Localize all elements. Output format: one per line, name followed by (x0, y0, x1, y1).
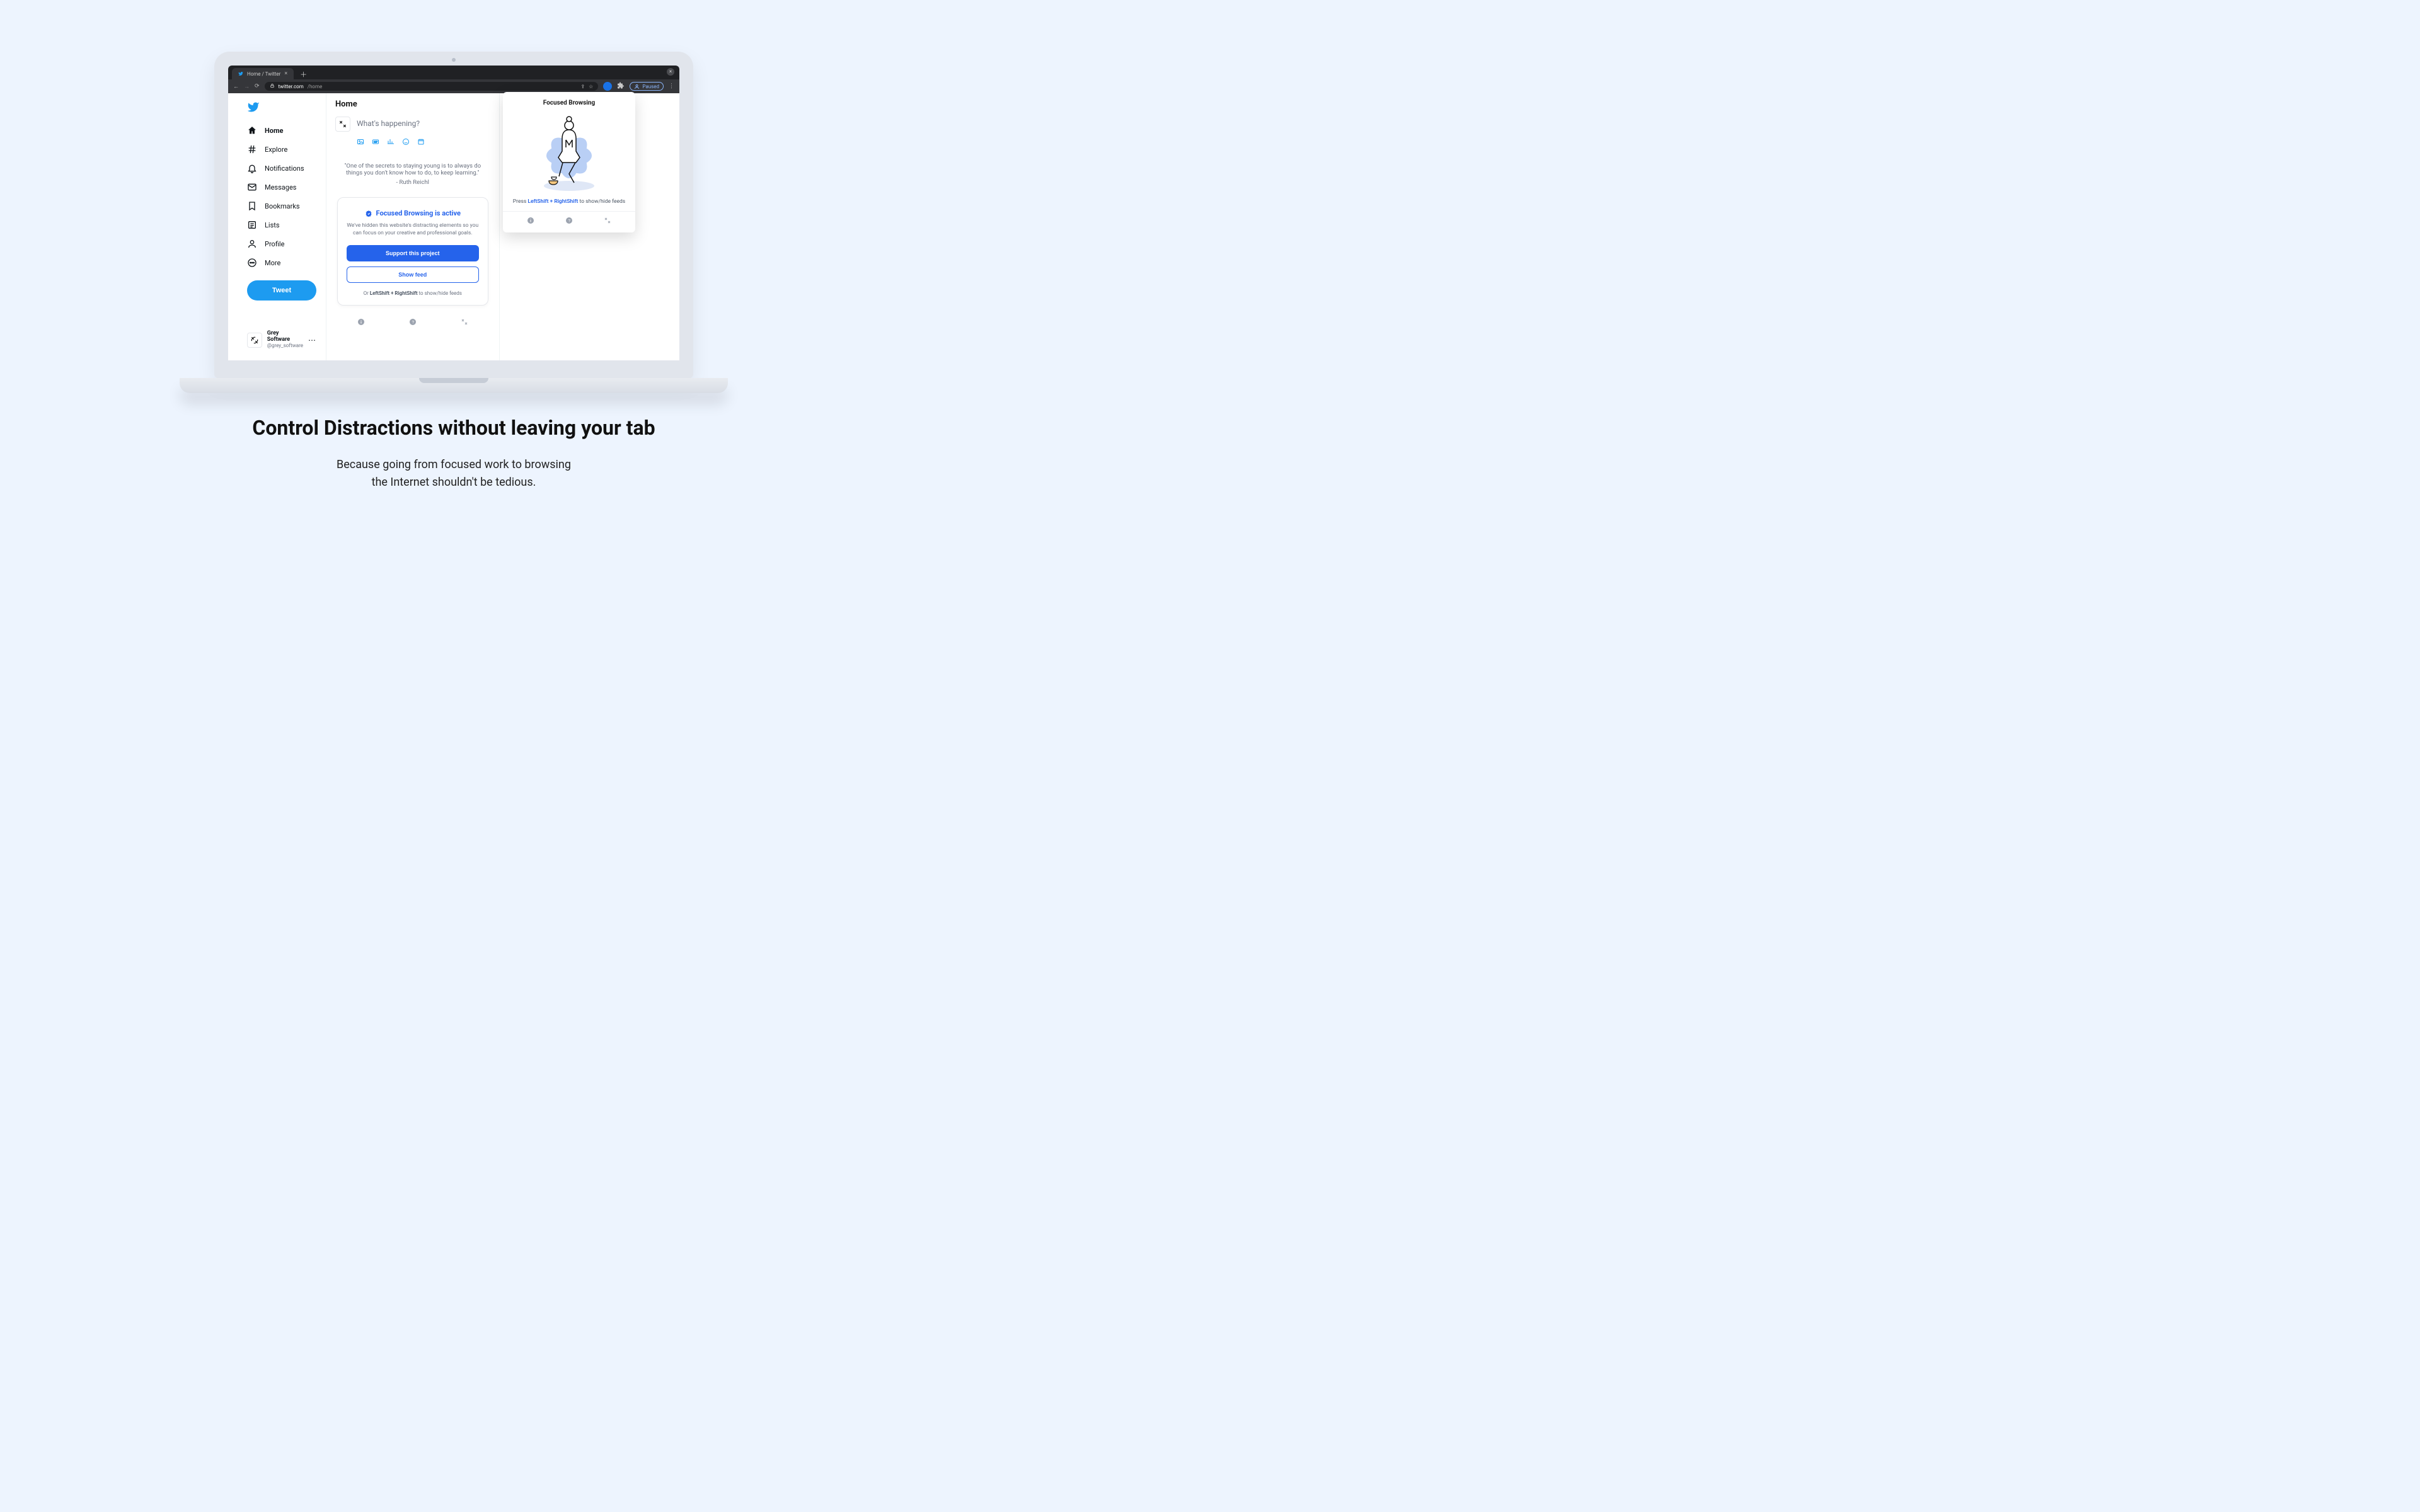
sidebar-item-label: More (265, 259, 280, 267)
window-close-icon[interactable]: × (667, 68, 674, 76)
back-icon[interactable]: ← (233, 83, 239, 90)
extensions-icon[interactable] (617, 82, 625, 91)
browser-toolbar: ← → ⟳ twitter.com/home ⇪ ☆ (228, 79, 679, 93)
url-path: /home (308, 84, 323, 89)
sidebar-item-notifications[interactable]: Notifications (247, 159, 322, 177)
account-switcher[interactable]: Grey Software @grey_software ⋯ (247, 327, 322, 353)
compose-avatar-icon (335, 117, 350, 132)
info-icon[interactable] (527, 217, 534, 226)
verified-icon (365, 210, 372, 217)
help-icon[interactable]: ? (565, 217, 573, 226)
twitter-logo-icon[interactable] (247, 101, 322, 115)
info-icon[interactable] (357, 318, 365, 328)
focus-toggle-icon[interactable] (461, 318, 468, 328)
sidebar: Home Explore Notifications Messages (228, 93, 326, 360)
tab-title: Home / Twitter (247, 71, 280, 77)
extension-focused-icon[interactable] (603, 82, 612, 91)
sidebar-item-more[interactable]: More (247, 254, 322, 272)
account-handle: @grey_software (267, 343, 303, 349)
sidebar-item-label: Profile (265, 240, 284, 248)
account-avatar-icon (247, 333, 262, 348)
reload-icon[interactable]: ⟳ (255, 83, 260, 89)
compose-schedule-icon[interactable] (417, 138, 425, 147)
compose-image-icon[interactable] (357, 138, 364, 147)
compose-poll-icon[interactable] (387, 138, 395, 147)
motivational-quote: "One of the secrets to staying young is … (342, 163, 484, 186)
forward-icon[interactable]: → (244, 83, 250, 90)
focus-card-footer: ? (335, 318, 490, 328)
kebab-menu-icon[interactable]: ⋮ (669, 83, 674, 89)
star-icon[interactable]: ☆ (589, 84, 593, 89)
main-column: Home What's happening? GIF (326, 93, 500, 360)
page-title: Home (335, 100, 490, 109)
show-feed-button[interactable]: Show feed (347, 266, 479, 283)
support-project-button[interactable]: Support this project (347, 245, 479, 261)
sidebar-item-label: Lists (265, 221, 280, 229)
focus-card-subtitle: We've hidden this website's distracting … (347, 222, 479, 238)
extension-popup-footer: ? (503, 211, 635, 227)
twitter-favicon-icon (238, 71, 243, 76)
sidebar-item-label: Home (265, 127, 283, 135)
svg-text:?: ? (568, 219, 570, 224)
svg-text:?: ? (412, 320, 414, 324)
lock-icon (270, 83, 275, 89)
sidebar-item-bookmarks[interactable]: Bookmarks (247, 197, 322, 215)
focus-toggle-icon[interactable] (604, 217, 611, 226)
svg-text:GIF: GIF (374, 141, 377, 144)
quote-text: "One of the secrets to staying young is … (342, 163, 484, 176)
hero-subtitle: Because going from focused work to brows… (0, 456, 908, 491)
hero-title: Control Distractions without leaving you… (0, 416, 908, 440)
sidebar-item-label: Bookmarks (265, 202, 300, 210)
sidebar-item-lists[interactable]: Lists (247, 216, 322, 234)
extension-popup-title: Focused Browsing (512, 100, 626, 106)
sidebar-item-explore[interactable]: Explore (247, 140, 322, 158)
sidebar-item-messages[interactable]: Messages (247, 178, 322, 196)
compose-box[interactable]: What's happening? (335, 117, 490, 132)
paused-label: Paused (642, 84, 659, 89)
focus-card: Focused Browsing is active We've hidden … (337, 197, 488, 306)
address-bar[interactable]: twitter.com/home ⇪ ☆ (265, 82, 599, 91)
new-tab-button[interactable]: ＋ (297, 69, 309, 79)
sidebar-item-label: Notifications (265, 164, 304, 173)
url-domain: twitter.com (279, 84, 304, 89)
tabbar: Home / Twitter × ＋ × (228, 66, 679, 79)
sidebar-item-profile[interactable]: Profile (247, 235, 322, 253)
account-name: Grey Software (267, 331, 303, 343)
sidebar-item-label: Messages (265, 183, 296, 192)
profile-paused-button[interactable]: Paused (630, 82, 664, 91)
browser-tab[interactable]: Home / Twitter × (232, 68, 294, 79)
focus-card-title: Focused Browsing is active (347, 209, 479, 217)
quote-author: - Ruth Reichl (342, 179, 484, 186)
compose-emoji-icon[interactable] (402, 138, 410, 147)
help-icon[interactable]: ? (409, 318, 417, 328)
compose-placeholder: What's happening? (357, 117, 420, 128)
compose-icon-row: GIF (357, 138, 490, 147)
sidebar-item-home[interactable]: Home (247, 122, 322, 139)
extension-popup: Focused Browsing (503, 92, 635, 232)
focus-card-hint: Or LeftShift + RightShift to show/hide f… (347, 290, 479, 296)
compose-gif-icon[interactable]: GIF (372, 138, 379, 147)
extension-popup-hint: Press LeftShift + RightShift to show/hid… (512, 198, 626, 205)
browser-window: Home / Twitter × ＋ × ← → ⟳ twitter.com/h… (228, 66, 679, 360)
account-more-icon[interactable]: ⋯ (308, 336, 322, 345)
hero: Control Distractions without leaving you… (0, 416, 908, 491)
sidebar-item-label: Explore (265, 146, 287, 154)
extension-illustration (525, 112, 613, 193)
tab-close-icon[interactable]: × (284, 71, 287, 77)
share-icon[interactable]: ⇪ (580, 84, 585, 89)
tweet-button[interactable]: Tweet (247, 280, 316, 301)
